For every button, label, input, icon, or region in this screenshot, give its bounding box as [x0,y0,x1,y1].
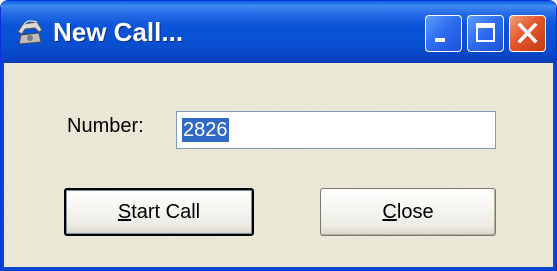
close-mnemonic: C [382,201,397,223]
start-call-label: tart Call [131,201,201,223]
close-button[interactable]: Close [320,188,496,236]
close-window-button[interactable] [509,15,546,52]
minimize-button[interactable] [425,15,462,52]
minimize-icon [435,38,445,42]
dialog-body: Number: 2826 Start Call Close [1,63,556,270]
close-icon [517,22,538,44]
number-label: Number: [67,115,144,137]
maximize-button[interactable] [467,15,504,52]
window-title: New Call... [53,17,184,47]
close-label: lose [396,201,434,223]
new-call-dialog: New Call... Number: 2826 Start Call Clos… [0,0,557,271]
start-call-button[interactable]: Start Call [64,188,254,236]
telephone-icon [15,18,45,46]
start-call-mnemonic: S [117,201,132,223]
title-bar[interactable]: New Call... [1,1,556,63]
number-input-value: 2826 [182,118,229,142]
maximize-icon [476,23,495,42]
number-input[interactable]: 2826 [176,111,496,149]
